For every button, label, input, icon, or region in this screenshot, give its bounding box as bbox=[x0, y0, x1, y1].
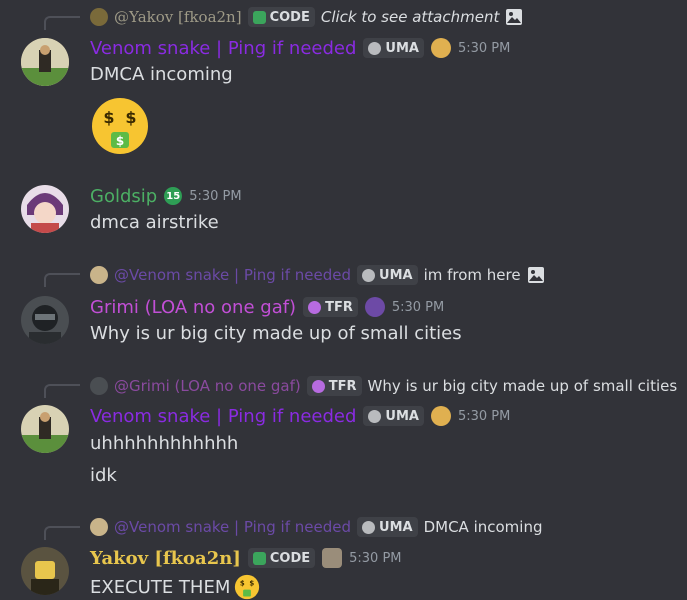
message-header: Grimi (LOA no one gaf) TFR 5:30 PM bbox=[90, 294, 444, 320]
svg-text:$: $ bbox=[240, 580, 245, 588]
reply-text[interactable]: Click to see attachment bbox=[321, 8, 500, 26]
author-name[interactable]: Grimi (LOA no one gaf) bbox=[90, 297, 296, 318]
timestamp[interactable]: 5:30 PM bbox=[458, 41, 510, 56]
avatar[interactable] bbox=[21, 405, 69, 453]
reply-preview[interactable]: @Yakov [fkoa2n] CODE Click to see attach… bbox=[90, 6, 523, 28]
money-mouth-face-emoji: $ $ bbox=[235, 574, 260, 600]
guild-tag: CODE bbox=[247, 7, 315, 27]
svg-text:$: $ bbox=[116, 134, 124, 148]
guild-tag: CODE bbox=[247, 548, 316, 568]
leaf-icon bbox=[252, 551, 266, 565]
author-name[interactable]: Goldsip bbox=[90, 186, 157, 207]
message-header: Goldsip 15 5:30 PM bbox=[90, 183, 242, 209]
role-icon bbox=[430, 406, 451, 426]
moon-icon bbox=[362, 520, 376, 534]
avatar[interactable] bbox=[21, 38, 69, 86]
message-text: idk bbox=[90, 465, 117, 486]
level-badge: 15 bbox=[164, 187, 183, 205]
reply-preview[interactable]: @Grimi (LOA no one gaf) TFR Why is ur bi… bbox=[90, 375, 677, 397]
moon-icon bbox=[368, 409, 382, 423]
reply-text[interactable]: Why is ur big city made up of small citi… bbox=[368, 377, 678, 395]
svg-text:$: $ bbox=[250, 580, 255, 588]
message-text: dmca airstrike bbox=[90, 212, 219, 233]
reply-avatar bbox=[90, 266, 108, 284]
image-icon bbox=[506, 9, 523, 25]
timestamp[interactable]: 5:30 PM bbox=[458, 409, 510, 424]
message-text-content: EXECUTE THEM bbox=[90, 576, 231, 598]
reply-author[interactable]: @Venom snake | Ping if needed bbox=[114, 518, 351, 536]
leaf-icon bbox=[252, 10, 266, 24]
money-mouth-face-emoji: $ $ $ bbox=[92, 98, 148, 154]
message-header: Venom snake | Ping if needed UMA 5:30 PM bbox=[90, 403, 510, 429]
author-name[interactable]: Venom snake | Ping if needed bbox=[90, 38, 356, 59]
reply-avatar bbox=[90, 8, 108, 26]
reply-spine bbox=[44, 384, 80, 398]
reply-spine bbox=[44, 273, 80, 287]
svg-text:$: $ bbox=[103, 108, 114, 127]
reply-preview[interactable]: @Venom snake | Ping if needed UMA DMCA i… bbox=[90, 516, 542, 538]
reply-preview[interactable]: @Venom snake | Ping if needed UMA im fro… bbox=[90, 264, 545, 286]
avatar[interactable] bbox=[21, 185, 69, 233]
guild-tag: TFR bbox=[303, 297, 358, 317]
role-icon bbox=[364, 297, 385, 317]
guild-tag: UMA bbox=[357, 517, 418, 537]
guild-tag: UMA bbox=[363, 406, 424, 426]
role-icon bbox=[430, 38, 451, 58]
message-text: uhhhhhhhhhhhh bbox=[90, 433, 239, 454]
reply-author[interactable]: @Venom snake | Ping if needed bbox=[114, 266, 351, 284]
avatar[interactable] bbox=[21, 547, 69, 595]
reply-text[interactable]: DMCA incoming bbox=[424, 518, 543, 536]
reply-spine bbox=[44, 16, 80, 30]
message-text: DMCA incoming bbox=[90, 64, 233, 85]
author-name[interactable]: Venom snake | Ping if needed bbox=[90, 406, 356, 427]
message-text: Why is ur big city made up of small citi… bbox=[90, 323, 462, 344]
reply-author[interactable]: @Yakov [fkoa2n] bbox=[114, 8, 242, 26]
reply-spine bbox=[44, 526, 80, 540]
reply-avatar bbox=[90, 377, 108, 395]
svg-text:$: $ bbox=[125, 108, 136, 127]
timestamp[interactable]: 5:30 PM bbox=[392, 300, 444, 315]
message-header: Yakov [fkoa2n] CODE 5:30 PM bbox=[90, 545, 402, 571]
role-icon bbox=[322, 548, 343, 568]
guild-tag: UMA bbox=[357, 265, 418, 285]
reply-text[interactable]: im from here bbox=[424, 266, 521, 284]
avatar[interactable] bbox=[21, 296, 69, 344]
message-text: EXECUTE THEM $ $ bbox=[90, 574, 260, 600]
guild-tag: UMA bbox=[363, 38, 424, 58]
timestamp[interactable]: 5:30 PM bbox=[189, 189, 241, 204]
moon-icon bbox=[368, 41, 382, 55]
guild-tag: TFR bbox=[306, 376, 362, 396]
moon-icon bbox=[362, 268, 376, 282]
chat-log: @Yakov [fkoa2n] CODE Click to see attach… bbox=[0, 0, 687, 600]
flame-icon bbox=[308, 300, 322, 314]
author-name[interactable]: Yakov [fkoa2n] bbox=[90, 548, 241, 569]
reply-avatar bbox=[90, 518, 108, 536]
image-icon bbox=[527, 267, 544, 283]
reply-author[interactable]: @Grimi (LOA no one gaf) bbox=[114, 377, 301, 395]
flame-icon bbox=[311, 379, 325, 393]
message-header: Venom snake | Ping if needed UMA 5:30 PM bbox=[90, 35, 510, 61]
timestamp[interactable]: 5:30 PM bbox=[349, 551, 401, 566]
